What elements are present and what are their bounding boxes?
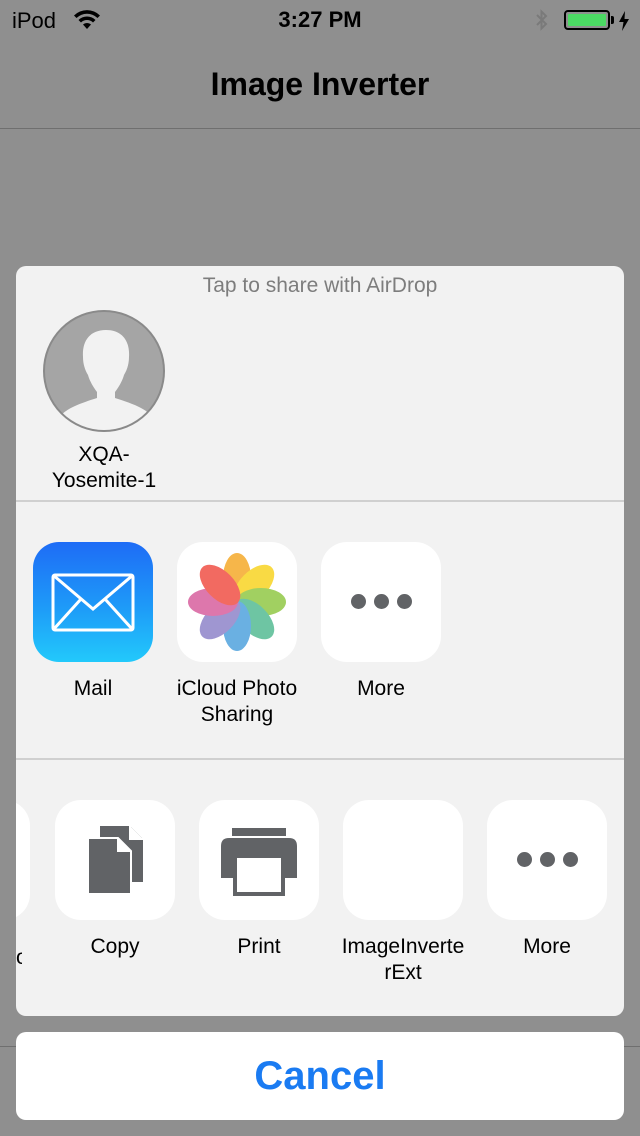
page-title: Image Inverter (210, 66, 430, 102)
share-sheet: Tap to share with AirDrop XQA- Yosemite-… (16, 266, 624, 1016)
action-imageinverter-ext[interactable]: ImageInverte rExt (330, 800, 476, 986)
photos-icon (177, 542, 297, 662)
section-divider (16, 500, 624, 502)
cancel-label: Cancel (254, 1054, 386, 1098)
airdrop-contact[interactable]: XQA- Yosemite-1 (24, 310, 184, 494)
action-print[interactable]: Print (186, 800, 332, 960)
section-divider (16, 758, 624, 760)
app-label: More (357, 677, 405, 700)
share-actions-row: o Copy Print ImageInverte rExt More (16, 800, 624, 1016)
copy-icon (55, 800, 175, 920)
share-icloud-photo-sharing[interactable]: iCloud Photo Sharing (164, 542, 310, 728)
navigation-bar: Image Inverter (0, 40, 640, 129)
partial-action-tile[interactable] (16, 800, 30, 920)
battery-tip (611, 16, 614, 24)
action-copy[interactable]: Copy (42, 800, 188, 960)
contact-name-line2: Yosemite-1 (51, 469, 157, 492)
airdrop-hint: Tap to share with AirDrop (202, 274, 438, 297)
share-more-apps[interactable]: More (308, 542, 454, 702)
mail-icon (33, 542, 153, 662)
action-more[interactable]: More (474, 800, 620, 960)
action-label: More (523, 935, 571, 958)
more-icon (321, 542, 441, 662)
action-label-line1: ImageInverte (341, 935, 465, 958)
share-apps-row: Mail iCloud Photo Sharing More (16, 542, 624, 758)
more-icon (487, 800, 607, 920)
status-bar: iPod 3:27 PM (0, 0, 640, 40)
print-icon (199, 800, 319, 920)
share-mail[interactable]: Mail (20, 542, 166, 702)
action-label-line2: rExt (384, 961, 422, 984)
app-label-line1: iCloud Photo (176, 677, 298, 700)
charging-bolt-icon (618, 10, 630, 37)
cancel-button[interactable]: Cancel (16, 1032, 624, 1120)
battery-icon (564, 10, 610, 30)
blank-extension-icon (343, 800, 463, 920)
action-label: Copy (90, 935, 140, 958)
action-label: Print (237, 935, 281, 958)
app-label: Mail (73, 677, 113, 700)
person-silhouette-icon (43, 310, 165, 432)
app-label-line2: Sharing (200, 703, 274, 726)
contact-name-line1: XQA- (78, 443, 130, 466)
bluetooth-icon (533, 8, 551, 39)
partial-action-label: o (16, 946, 22, 969)
